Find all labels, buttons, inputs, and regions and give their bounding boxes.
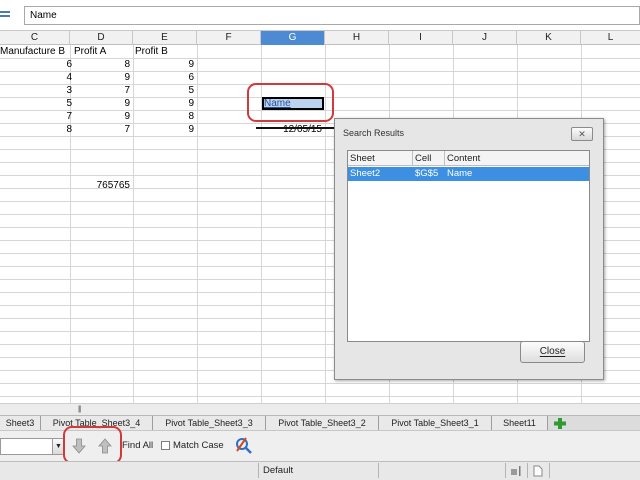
- dialog-title: Search Results: [343, 128, 405, 138]
- table-cell[interactable]: 5: [133, 84, 197, 98]
- tab-pivot-table-sheet3-2[interactable]: Pivot Table_Sheet3_2: [266, 416, 379, 431]
- find-toolbar: ▼ Find All Match Case: [0, 426, 640, 464]
- tab-sheet11[interactable]: Sheet11: [492, 416, 548, 431]
- formula-input[interactable]: Name: [24, 6, 640, 25]
- column-header-l[interactable]: L: [581, 31, 640, 45]
- cell-header-profit-b[interactable]: Profit B: [133, 45, 197, 59]
- table-cell[interactable]: 9: [133, 123, 197, 137]
- page-style[interactable]: Default: [263, 465, 293, 476]
- table-cell[interactable]: 8: [70, 58, 133, 72]
- tab-pivot-table-sheet3-3[interactable]: Pivot Table_Sheet3_3: [153, 416, 266, 431]
- column-header-h[interactable]: H: [325, 31, 389, 45]
- table-cell[interactable]: 9: [133, 97, 197, 111]
- cell-number[interactable]: 765765: [70, 179, 133, 193]
- tab-pivot-table-sheet3-1[interactable]: Pivot Table_Sheet3_1: [379, 416, 492, 431]
- insert-mode-icon[interactable]: [511, 466, 522, 476]
- match-case-label[interactable]: Match Case: [173, 440, 224, 451]
- status-bar: Default: [0, 461, 640, 480]
- match-case-checkbox[interactable]: [161, 441, 170, 450]
- table-cell[interactable]: 8: [133, 110, 197, 124]
- column-header-j[interactable]: J: [453, 31, 517, 45]
- results-column-cell[interactable]: Cell: [413, 151, 445, 166]
- column-header-c[interactable]: C: [0, 31, 70, 45]
- table-cell[interactable]: 6: [0, 58, 75, 72]
- results-header: Sheet Cell Content: [348, 151, 589, 166]
- table-cell[interactable]: 4: [0, 71, 75, 85]
- results-column-content[interactable]: Content: [445, 151, 589, 166]
- horizontal-scrollbar[interactable]: |||: [0, 403, 640, 415]
- find-all-button[interactable]: Find All: [122, 440, 153, 451]
- find-input[interactable]: [0, 438, 53, 455]
- table-cell[interactable]: 8: [0, 123, 75, 137]
- result-content: Name: [447, 168, 473, 179]
- table-cell[interactable]: 9: [70, 110, 133, 124]
- column-header-k[interactable]: K: [517, 31, 581, 45]
- column-header-d[interactable]: D: [70, 31, 133, 45]
- selection-mode-icon[interactable]: [533, 465, 543, 477]
- table-cell[interactable]: 9: [133, 58, 197, 72]
- result-sheet: Sheet2: [350, 168, 381, 179]
- find-replace-icon[interactable]: [234, 436, 253, 455]
- cell-header-manufacture-b[interactable]: Manufacture B: [0, 45, 70, 59]
- dialog-close-button[interactable]: ✕: [571, 127, 593, 141]
- search-results-dialog: Search Results ✕ Sheet Cell Content Shee…: [334, 118, 604, 380]
- scroll-grip-icon[interactable]: |||: [78, 406, 84, 413]
- results-list[interactable]: Sheet Cell Content Sheet2 $G$5 Name: [347, 150, 590, 342]
- table-cell[interactable]: 6: [133, 71, 197, 85]
- table-cell[interactable]: 9: [70, 97, 133, 111]
- formula-menu-icon[interactable]: [0, 9, 12, 21]
- formula-bar: Name: [0, 0, 640, 31]
- annotation-circle-cell: [247, 83, 334, 122]
- close-button-label: Close: [539, 346, 566, 357]
- result-cell: $G$5: [415, 168, 439, 179]
- table-cell[interactable]: 7: [70, 84, 133, 98]
- table-cell[interactable]: 5: [0, 97, 75, 111]
- table-cell[interactable]: 7: [70, 123, 133, 137]
- column-header-row: C D E F G H I J K L: [0, 31, 640, 45]
- results-column-sheet[interactable]: Sheet: [348, 151, 413, 166]
- cell-header-profit-a[interactable]: Profit A: [70, 45, 133, 59]
- table-cell[interactable]: 9: [70, 71, 133, 85]
- annotation-circle-nav: [63, 426, 122, 464]
- result-row[interactable]: Sheet2 $G$5 Name: [348, 167, 589, 181]
- table-cell[interactable]: 3: [0, 84, 75, 98]
- column-header-e[interactable]: E: [133, 31, 197, 45]
- add-sheet-icon[interactable]: [554, 418, 566, 429]
- table-cell[interactable]: 7: [0, 110, 75, 124]
- column-header-g[interactable]: G: [261, 31, 325, 45]
- column-header-i[interactable]: I: [389, 31, 453, 45]
- close-button[interactable]: Close: [520, 341, 585, 363]
- close-x-icon: ✕: [578, 129, 586, 139]
- column-header-f[interactable]: F: [197, 31, 261, 45]
- tab-sheet3[interactable]: Sheet3: [0, 416, 41, 431]
